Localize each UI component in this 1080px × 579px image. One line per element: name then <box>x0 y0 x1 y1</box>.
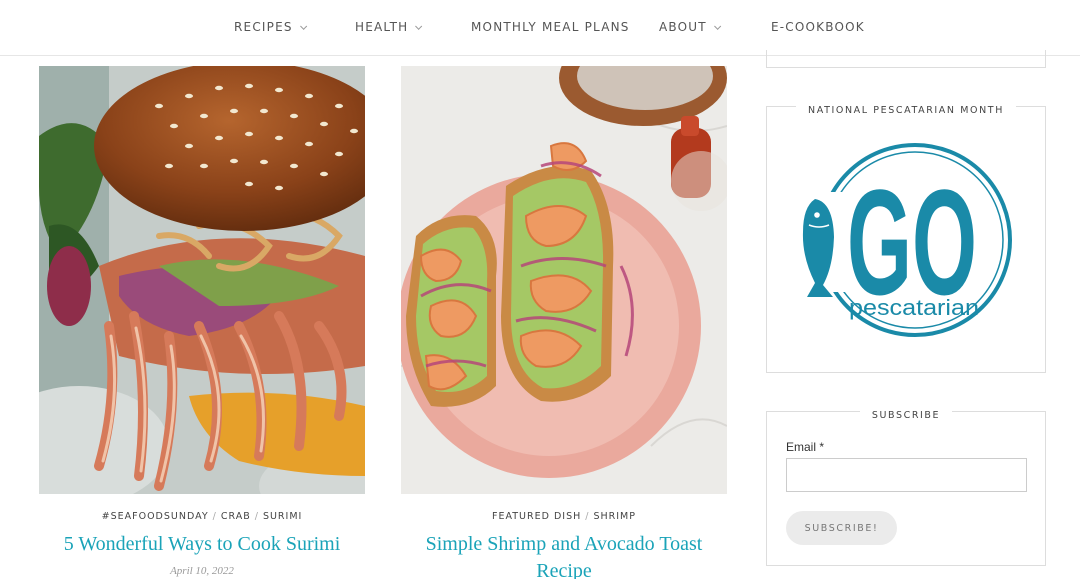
chevron-down-icon <box>415 22 423 30</box>
email-input[interactable] <box>786 458 1027 492</box>
email-label: Email * <box>786 440 824 454</box>
email-label-text: Email <box>786 440 817 454</box>
sidebar-widget-fragment <box>766 50 1046 68</box>
nav-item-health[interactable]: HEALTH <box>355 20 423 34</box>
category-link[interactable]: SURIMI <box>263 511 302 522</box>
post-image-shrimp-toast[interactable] <box>401 66 727 494</box>
post-categories: #SEAFOODSUNDAY / CRAB / SURIMI <box>39 511 365 522</box>
post-categories: FEATURED DISH / SHRIMP <box>401 511 727 522</box>
nav-item-e-cookbook[interactable]: E-COOKBOOK <box>771 20 865 34</box>
required-marker: * <box>819 440 825 454</box>
main-navigation: RECIPES HEALTH MONTHLY MEAL PLANS ABOUT … <box>0 0 1080 56</box>
nav-label: MONTHLY MEAL PLANS <box>471 20 630 34</box>
post-title-link[interactable]: 5 Wonderful Ways to Cook Surimi <box>39 531 365 558</box>
category-link[interactable]: SHRIMP <box>593 511 636 522</box>
category-link[interactable]: FEATURED DISH <box>492 511 581 522</box>
chevron-down-icon <box>713 22 721 30</box>
go-pescatarian-logo[interactable]: GO pescatarian <box>797 137 1017 347</box>
subscribe-button[interactable]: SUBSCRIBE! <box>786 511 897 545</box>
separator: / <box>212 511 217 522</box>
nav-label: HEALTH <box>355 20 409 34</box>
chevron-down-icon <box>299 22 307 30</box>
category-link[interactable]: #SEAFOODSUNDAY <box>102 511 209 522</box>
widget-title: NATIONAL PESCATARIAN MONTH <box>796 105 1016 116</box>
surimi-sandwich-photo <box>39 66 365 494</box>
pescatarian-month-widget: NATIONAL PESCATARIAN MONTH GO pescataria… <box>766 105 1046 373</box>
nav-label: ABOUT <box>659 20 707 34</box>
post-date: April 10, 2022 <box>170 565 234 577</box>
nav-label: E-COOKBOOK <box>771 20 865 34</box>
logo-subtext: pescatarian <box>849 295 979 320</box>
subscribe-widget: SUBSCRIBE Email * SUBSCRIBE! <box>766 410 1046 566</box>
shrimp-avocado-toast-photo <box>401 66 727 494</box>
post-title-link[interactable]: Simple Shrimp and Avocado Toast Recipe <box>401 531 727 579</box>
separator: / <box>254 511 259 522</box>
post-image-surimi[interactable] <box>39 66 365 494</box>
nav-label: RECIPES <box>234 20 293 34</box>
nav-item-monthly-meal-plans[interactable]: MONTHLY MEAL PLANS <box>471 20 630 34</box>
nav-item-recipes[interactable]: RECIPES <box>234 20 307 34</box>
nav-item-about[interactable]: ABOUT <box>659 20 721 34</box>
widget-title: SUBSCRIBE <box>859 410 953 421</box>
separator: / <box>585 511 590 522</box>
category-link[interactable]: CRAB <box>221 511 251 522</box>
